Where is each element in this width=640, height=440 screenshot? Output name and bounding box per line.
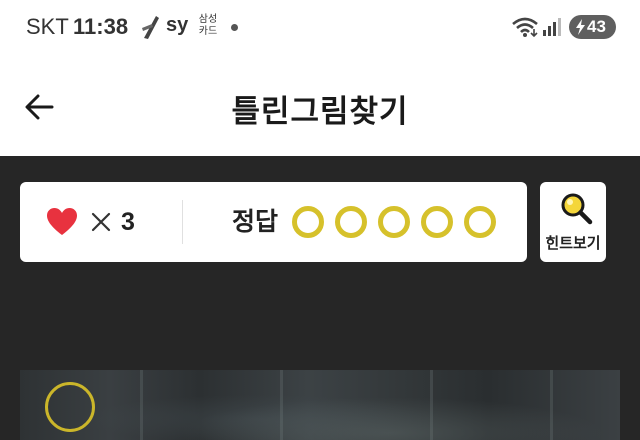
puzzle-image[interactable] bbox=[20, 370, 620, 440]
image-texture bbox=[430, 370, 433, 440]
battery-indicator: 43 bbox=[569, 15, 616, 39]
heart-icon bbox=[47, 208, 77, 235]
page-title: 틀린그림찾기 bbox=[231, 94, 409, 129]
signal-icon bbox=[543, 18, 561, 36]
samsung-card-icon: 삼성 카드 bbox=[196, 14, 220, 38]
answer-slots bbox=[292, 206, 507, 238]
game-area: 3 정답 힌트보기 bbox=[0, 156, 640, 440]
game-status-card: 3 정답 bbox=[20, 182, 527, 262]
answer-label: 정답 bbox=[232, 208, 279, 236]
hint-button[interactable]: 힌트보기 bbox=[540, 182, 606, 262]
clock: 11:38 bbox=[73, 14, 129, 39]
wifi-icon bbox=[512, 17, 538, 38]
app-header: 틀린그림찾기 bbox=[0, 56, 640, 156]
card-divider bbox=[182, 200, 183, 244]
notification-sy-label: sy bbox=[166, 14, 189, 36]
answer-slot bbox=[292, 206, 324, 238]
image-texture bbox=[280, 370, 283, 440]
battery-level: 43 bbox=[587, 17, 606, 36]
card-label-top: 삼성 bbox=[198, 14, 218, 25]
more-notifications-dot bbox=[231, 24, 238, 31]
lives-indicator: 3 bbox=[46, 182, 135, 262]
difference-marker bbox=[45, 382, 95, 432]
image-texture bbox=[550, 370, 553, 440]
answer-slot bbox=[421, 206, 453, 238]
answer-slot bbox=[335, 206, 367, 238]
image-texture bbox=[140, 370, 143, 440]
answer-slot bbox=[464, 206, 496, 238]
card-label-bottom: 카드 bbox=[198, 26, 218, 37]
carrier-label: SKT bbox=[26, 14, 69, 39]
magnifier-icon bbox=[561, 193, 593, 225]
notification-app-icon bbox=[142, 16, 159, 39]
times-icon bbox=[91, 212, 111, 232]
charging-bolt-icon bbox=[576, 19, 585, 35]
lives-count: 3 bbox=[121, 207, 135, 236]
status-bar: SKT 11:38 sy 삼성 카드 43 bbox=[0, 0, 640, 56]
answer-slot bbox=[378, 206, 410, 238]
hint-label: 힌트보기 bbox=[545, 235, 601, 252]
